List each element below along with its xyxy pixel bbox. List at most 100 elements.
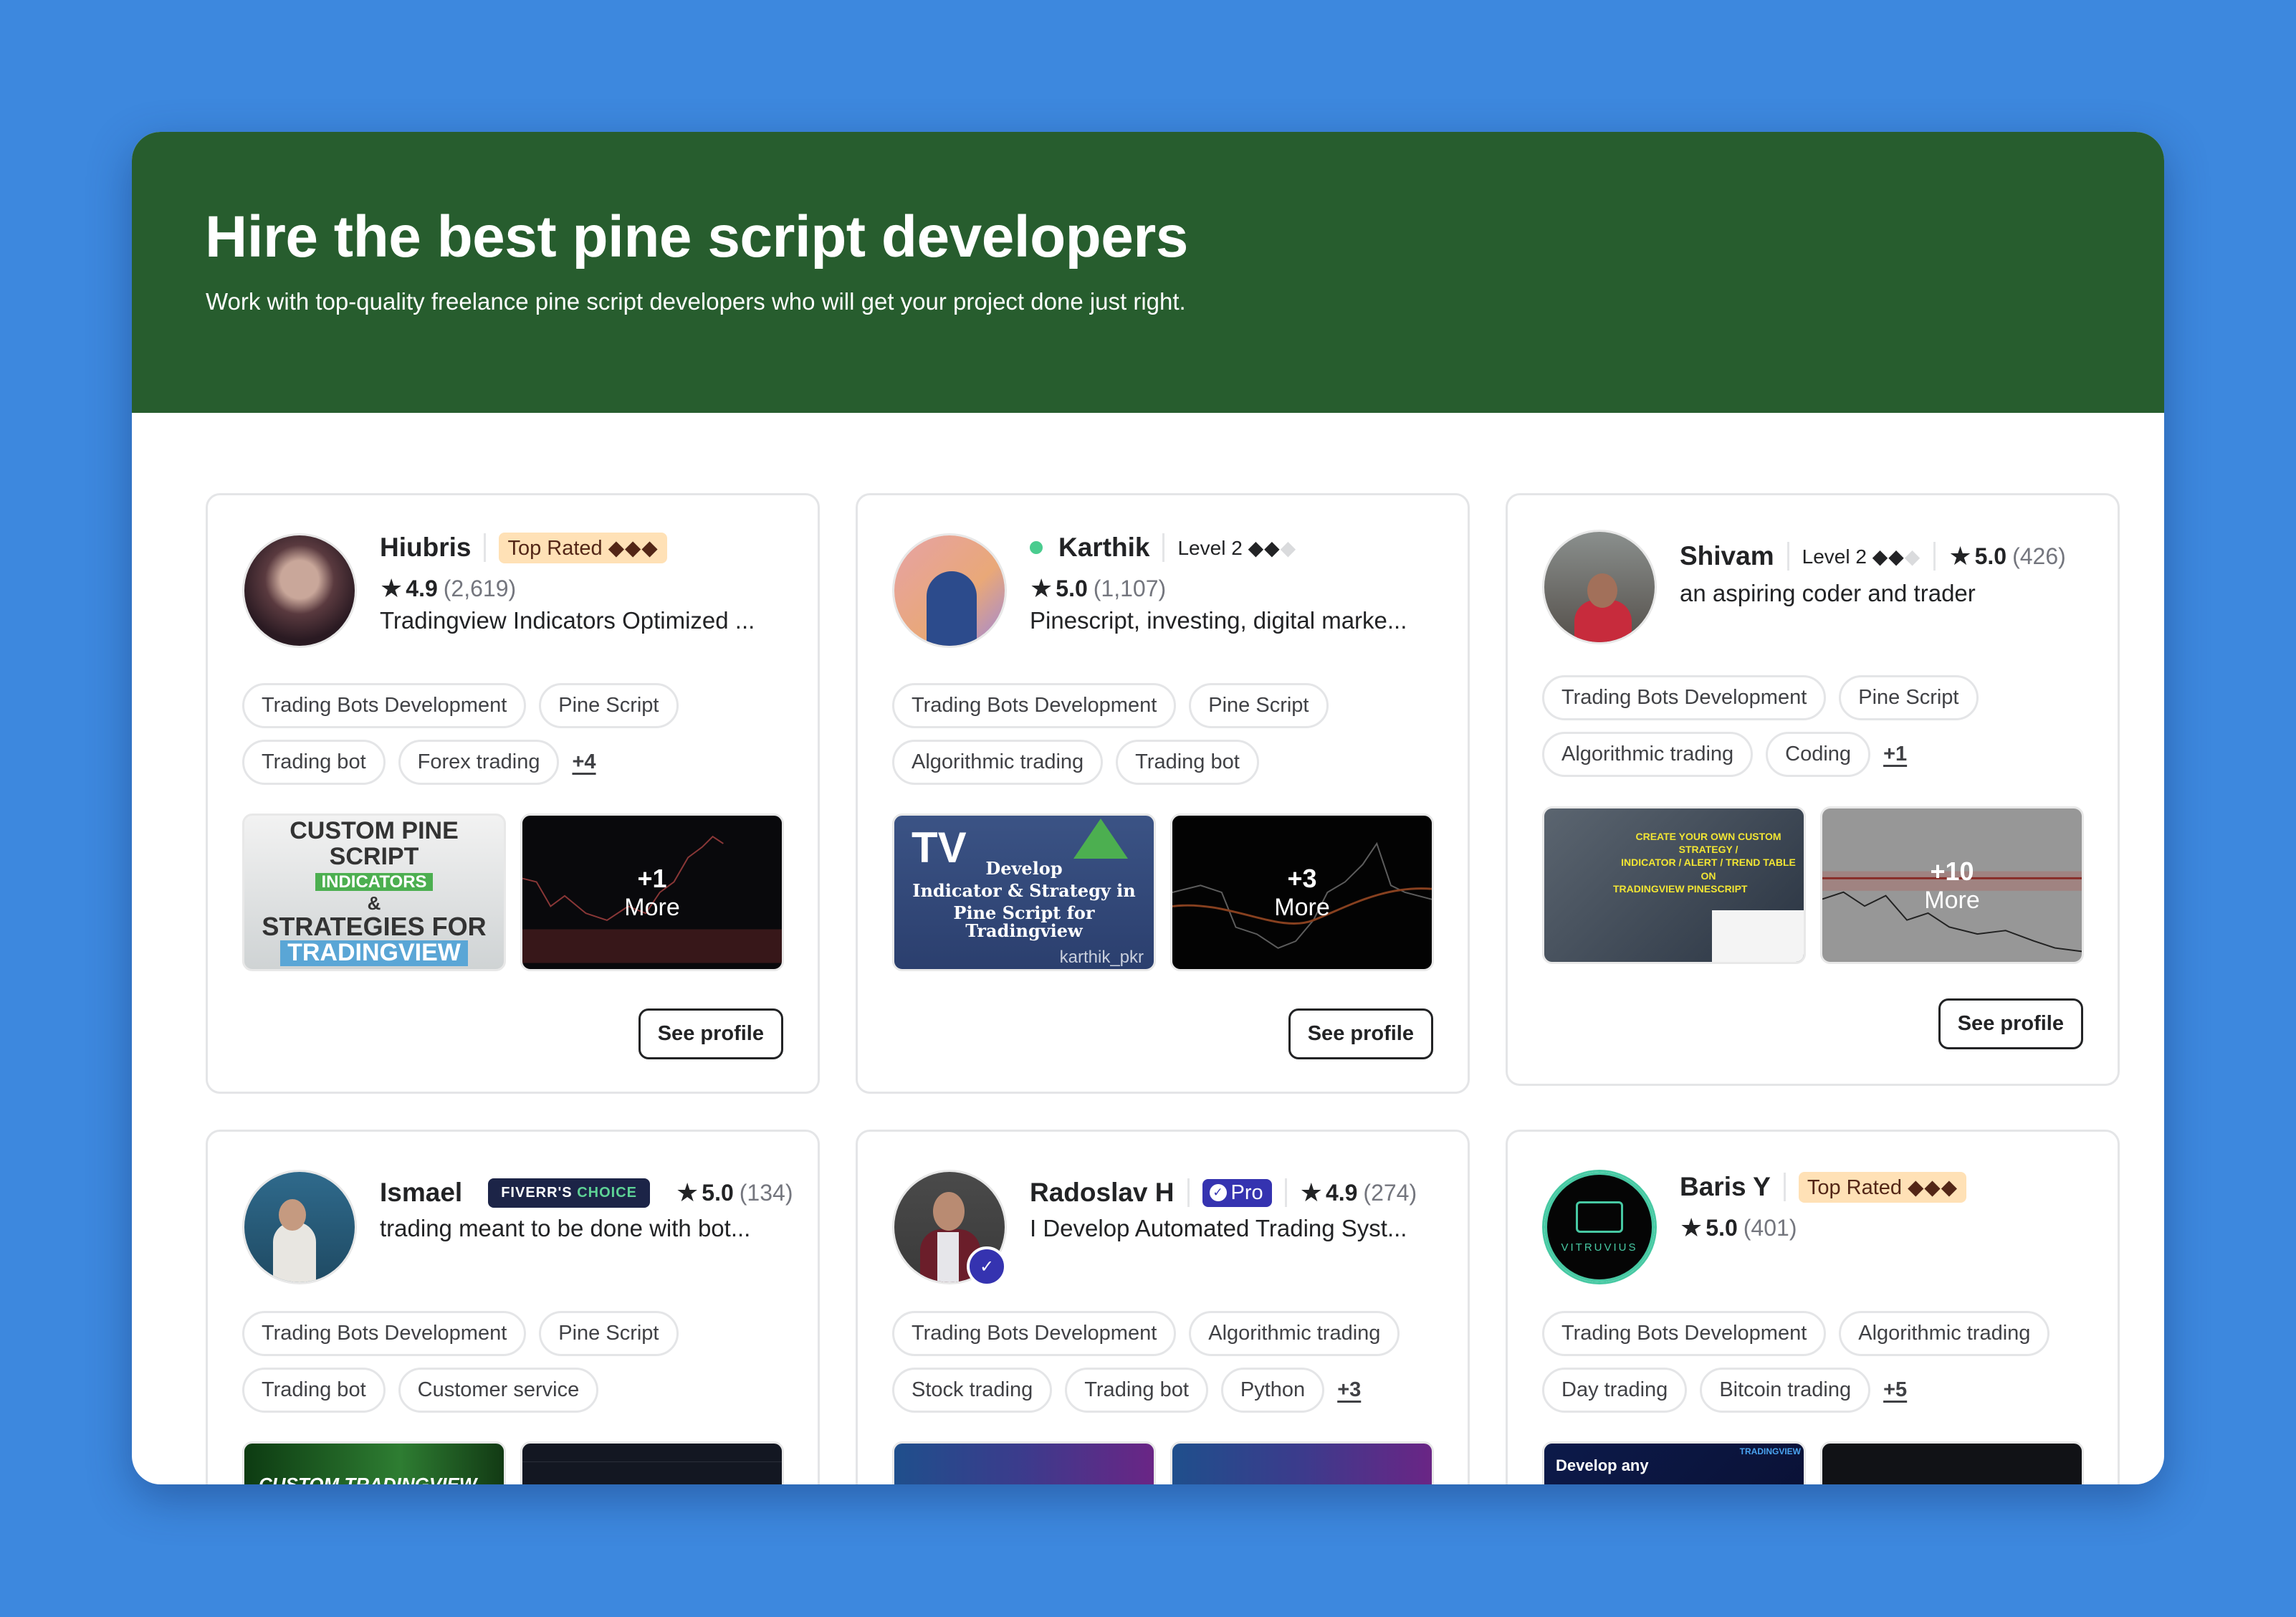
portfolio-thumbnail[interactable]: CUSTOM TRADINGVIEW: [242, 1441, 506, 1484]
portfolio-more-thumbnail[interactable]: +10 More: [1820, 806, 2084, 964]
seller-name[interactable]: Ismael: [380, 1178, 462, 1208]
skill-tag[interactable]: Algorithmic trading: [1189, 1311, 1400, 1356]
skill-tag[interactable]: Forex trading: [398, 740, 560, 785]
seller-description: Tradingview Indicators Optimized ...: [380, 607, 755, 634]
skill-tag[interactable]: Trading Bots Development: [242, 1311, 527, 1356]
skill-tag[interactable]: Algorithmic trading: [892, 740, 1104, 785]
rating: ★ 5.0 (134): [676, 1178, 793, 1208]
skill-tag[interactable]: Python: [1220, 1368, 1325, 1413]
thumbnail-caption: CREATE YOUR OWN CUSTOM STRATEGY /: [1635, 831, 1781, 856]
skill-tag[interactable]: Algorithmic trading: [1542, 732, 1754, 777]
divider: [484, 533, 487, 562]
seller-name[interactable]: Radoslav H: [1030, 1178, 1175, 1208]
skill-tags: Trading Bots Development Pine Script Tra…: [242, 683, 789, 785]
avatar[interactable]: [892, 533, 1007, 648]
rating-value: 4.9: [1325, 1179, 1358, 1206]
star-icon: ★: [1299, 1178, 1323, 1207]
portfolio-thumbnail[interactable]: Develop Indicator & Strategy in Pine Scr…: [892, 814, 1156, 971]
portfolio-thumbnail[interactable]: [892, 1441, 1156, 1484]
rating-value: 5.0: [1706, 1214, 1738, 1241]
avatar[interactable]: [242, 1170, 357, 1284]
more-label: More: [1274, 893, 1330, 921]
skill-tag[interactable]: Trading bot: [242, 740, 386, 785]
review-count: (401): [1743, 1214, 1797, 1241]
review-count: (1,107): [1093, 575, 1167, 601]
skill-tag[interactable]: Trading bot: [1065, 1368, 1208, 1413]
thumbnail-caption: CUSTOM PINE SCRIPT: [290, 817, 459, 871]
rating-value: 5.0: [1974, 543, 2007, 569]
seller-card[interactable]: Hiubris Top Rated ◆◆◆ ★ 4.9 (2,619) Trad…: [206, 493, 820, 1094]
badge-label: Level 2: [1802, 545, 1867, 568]
more-tags-link[interactable]: +4: [572, 750, 595, 774]
skill-tag[interactable]: Trading Bots Development: [1542, 1311, 1827, 1356]
thumbnail-label: TRADINGVIEW: [1739, 1446, 1801, 1456]
seller-name[interactable]: Hiubris: [380, 533, 471, 563]
skill-tag[interactable]: Bitcoin trading: [1700, 1368, 1871, 1413]
page-frame: Hire the best pine script developers Wor…: [132, 132, 2164, 1484]
divider: [1786, 542, 1789, 571]
portfolio-more-thumbnail[interactable]: +3 More: [1170, 814, 1434, 971]
more-tags-link[interactable]: +5: [1883, 1378, 1907, 1402]
seller-card[interactable]: VITRUVIUS Baris Y Top Rated ◆◆◆ ★ 5.0 (4…: [1506, 1130, 2120, 1484]
rating-value: 4.9: [406, 575, 438, 601]
seller-description: an aspiring coder and trader: [1680, 580, 1976, 606]
bull-laptop-logo-icon: [1576, 1201, 1623, 1233]
see-profile-button[interactable]: See profile: [1288, 1008, 1433, 1059]
badge-label: FIVERR'S: [501, 1184, 573, 1201]
seller-card[interactable]: Ismael FIVERR'S CHOICE ★ 5.0 (134) tradi…: [206, 1130, 820, 1484]
divider: [1933, 542, 1936, 571]
seller-name[interactable]: Shivam: [1680, 541, 1774, 571]
portfolio-thumbnail[interactable]: Develop any TRADINGVIEW: [1542, 1441, 1806, 1484]
skill-tag[interactable]: Trading Bots Development: [1542, 675, 1827, 720]
skill-tags: Trading Bots Development Algorithmic tra…: [892, 1311, 1439, 1413]
avatar[interactable]: [242, 533, 357, 648]
skill-tag[interactable]: Pine Script: [539, 683, 679, 728]
skill-tag[interactable]: Day trading: [1542, 1368, 1688, 1413]
top-rated-badge: Top Rated ◆◆◆: [499, 532, 667, 563]
rating-value: 5.0: [1056, 575, 1088, 601]
thumbnail-caption: Indicator & Strategy in: [912, 879, 1136, 901]
portfolio-thumbnail[interactable]: [1820, 1441, 2084, 1484]
divider: [1162, 533, 1165, 562]
review-count: (426): [2012, 543, 2066, 569]
skill-tag[interactable]: Trading bot: [1116, 740, 1259, 785]
see-profile-button[interactable]: See profile: [1938, 998, 2083, 1049]
avatar[interactable]: VITRUVIUS: [1542, 1170, 1657, 1284]
divider: [1187, 1178, 1190, 1207]
portfolio-thumbnail[interactable]: CUSTOM PINE SCRIPT INDICATORS & STRATEGI…: [242, 814, 506, 971]
skill-tag[interactable]: Trading Bots Development: [242, 683, 527, 728]
skill-tag[interactable]: Stock trading: [892, 1368, 1053, 1413]
tradingview-logo-icon: TV: [912, 824, 967, 872]
portfolio-more-thumbnail[interactable]: +1 More: [520, 814, 784, 971]
portfolio-thumbnail[interactable]: [520, 1441, 784, 1484]
seller-level-badge: Level 2 ◆◆◆: [1177, 536, 1296, 560]
seller-card[interactable]: ✓ Radoslav H ✓ Pro ★ 4.9 (274) I Develop…: [856, 1130, 1470, 1484]
portfolio-gallery: CUSTOM PINE SCRIPT INDICATORS & STRATEGI…: [242, 814, 784, 971]
skill-tag[interactable]: Customer service: [398, 1368, 599, 1413]
seller-name[interactable]: Karthik: [1058, 533, 1149, 563]
portfolio-thumbnail[interactable]: CREATE YOUR OWN CUSTOM STRATEGY / INDICA…: [1542, 806, 1806, 964]
diamond-icons: ◆◆: [1872, 545, 1905, 568]
more-tags-link[interactable]: +3: [1337, 1378, 1361, 1402]
more-count: +1: [637, 863, 667, 893]
seller-card[interactable]: Shivam Level 2 ◆◆◆ ★ 5.0 (426) an aspiri…: [1506, 493, 2120, 1086]
portfolio-thumbnail[interactable]: [1170, 1441, 1434, 1484]
skill-tag[interactable]: Pine Script: [539, 1311, 679, 1356]
avatar[interactable]: [1542, 530, 1657, 644]
more-tags-link[interactable]: +1: [1883, 743, 1907, 766]
review-count: (134): [739, 1179, 793, 1206]
diamond-icons: ◆◆◆: [1908, 1175, 1958, 1199]
skill-tag[interactable]: Trading Bots Development: [892, 683, 1177, 728]
skill-tag[interactable]: Pine Script: [1839, 675, 1979, 720]
skill-tag[interactable]: Coding: [1766, 732, 1871, 777]
skill-tag[interactable]: Algorithmic trading: [1839, 1311, 2050, 1356]
seller-card[interactable]: Karthik Level 2 ◆◆◆ ★ 5.0 (1,107) Pinesc…: [856, 493, 1470, 1094]
skill-tag[interactable]: Trading Bots Development: [892, 1311, 1177, 1356]
skill-tag[interactable]: Pine Script: [1189, 683, 1329, 728]
rating: ★ 5.0 (401): [1680, 1211, 2089, 1245]
star-icon: ★: [676, 1178, 699, 1207]
see-profile-button[interactable]: See profile: [638, 1008, 783, 1059]
skill-tag[interactable]: Trading bot: [242, 1368, 386, 1413]
seller-name[interactable]: Baris Y: [1680, 1172, 1771, 1202]
badge-label: Pro: [1230, 1180, 1263, 1204]
